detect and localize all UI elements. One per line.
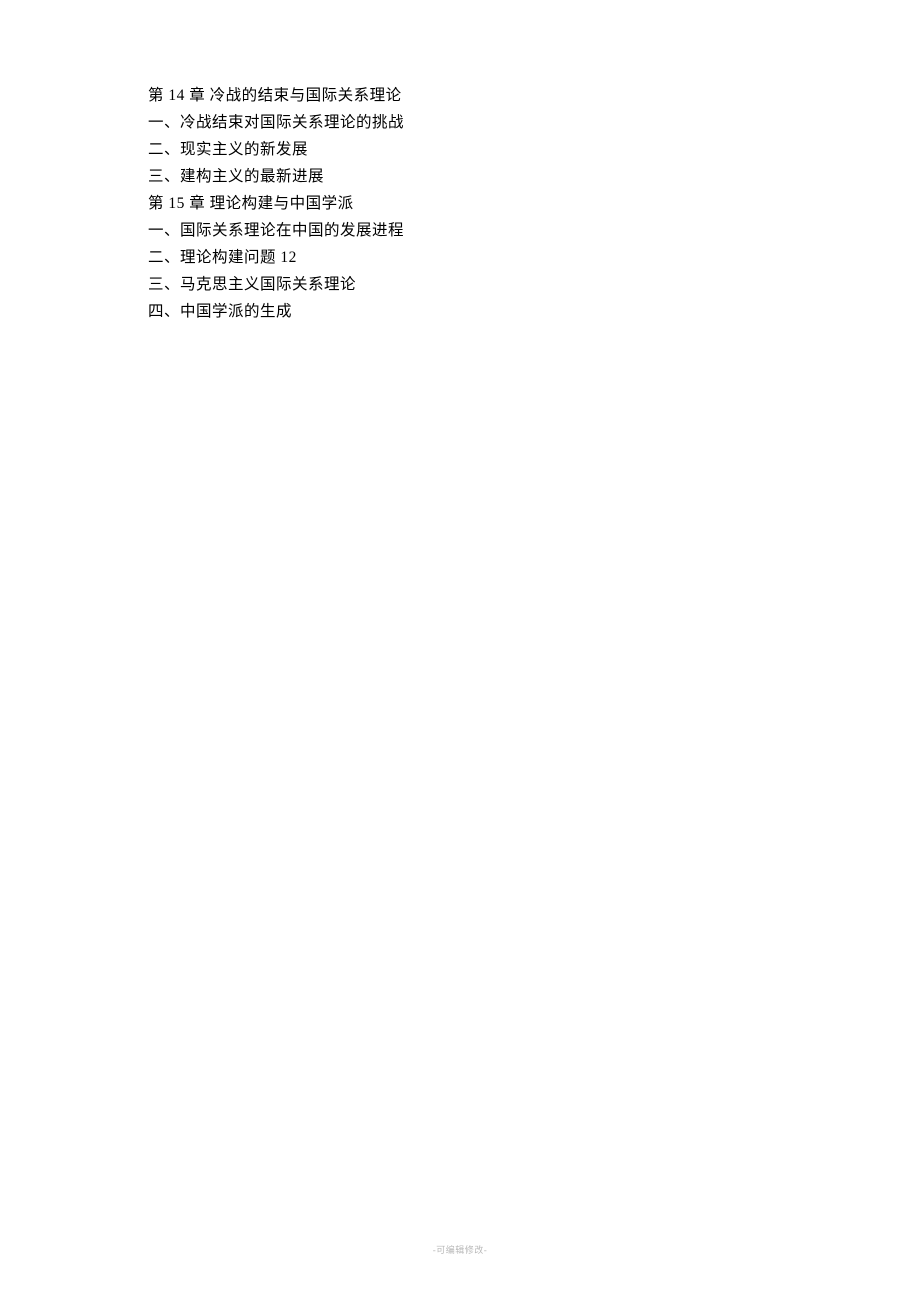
- toc-line: 三、马克思主义国际关系理论: [148, 271, 768, 298]
- toc-line: 二、现实主义的新发展: [148, 136, 768, 163]
- toc-line: 一、冷战结束对国际关系理论的挑战: [148, 109, 768, 136]
- toc-line: 一、国际关系理论在中国的发展进程: [148, 217, 768, 244]
- footer-note: -可编辑修改-: [0, 1243, 920, 1256]
- document-content: 第 14 章 冷战的结束与国际关系理论 一、冷战结束对国际关系理论的挑战 二、现…: [148, 82, 768, 325]
- toc-line: 第 14 章 冷战的结束与国际关系理论: [148, 82, 768, 109]
- toc-line: 三、建构主义的最新进展: [148, 163, 768, 190]
- toc-line: 二、理论构建问题 12: [148, 244, 768, 271]
- toc-line: 四、中国学派的生成: [148, 298, 768, 325]
- toc-line: 第 15 章 理论构建与中国学派: [148, 190, 768, 217]
